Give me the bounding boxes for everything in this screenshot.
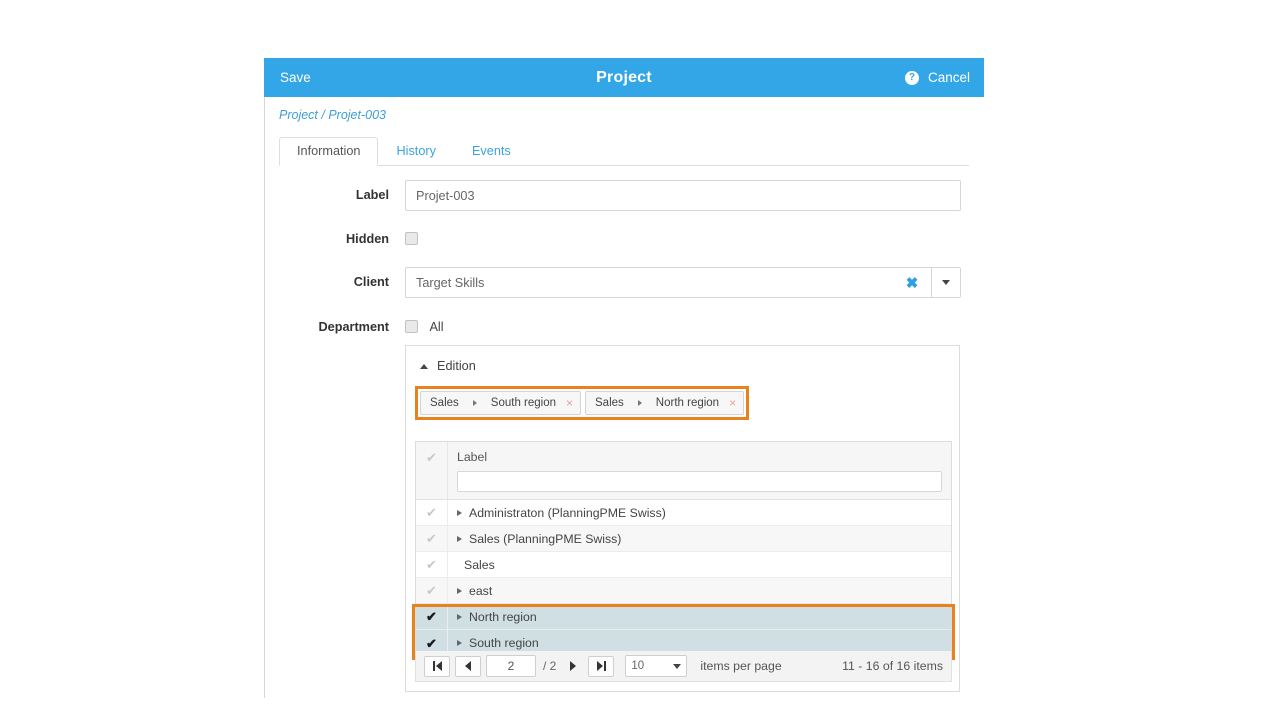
row-label-cell: Administraton (PlanningPME Swiss)	[448, 500, 951, 525]
expand-arrow-icon[interactable]	[457, 614, 462, 620]
information-form: Label Hidden Client ✖	[264, 166, 984, 336]
selected-departments-highlight: Sales South region × Sales North region …	[415, 386, 749, 420]
check-icon: ✔	[426, 610, 437, 623]
grid-header-label-cell: Label	[448, 442, 951, 499]
label-input[interactable]	[405, 180, 961, 211]
check-icon: ✔	[426, 584, 437, 597]
chip-parent-label: Sales	[430, 397, 459, 409]
chevron-down-icon	[942, 280, 950, 285]
grid-pager: / 2 10 items per page 11 - 16 of 16 item…	[415, 651, 952, 682]
expand-arrow-icon[interactable]	[457, 640, 462, 646]
client-combobox: ✖	[405, 267, 961, 298]
first-page-icon[interactable]	[424, 656, 450, 677]
expand-arrow-icon[interactable]	[457, 510, 462, 516]
hidden-checkbox[interactable]	[405, 232, 418, 245]
page-size-select[interactable]: 10	[625, 655, 687, 677]
edition-title: Edition	[437, 359, 476, 373]
table-row[interactable]: ✔ Administraton (PlanningPME Swiss)	[416, 500, 951, 526]
client-input[interactable]	[405, 267, 893, 298]
row-label-cell: east	[448, 578, 951, 603]
form-row-client: Client ✖	[264, 267, 984, 298]
department-grid: ✔ Label ✔ Administraton (PlanningPME Swi…	[415, 441, 952, 657]
chip-parent-label: Sales	[595, 397, 624, 409]
check-icon[interactable]: ✔	[426, 451, 437, 464]
page-title: Project	[264, 69, 984, 87]
page-number-input[interactable]	[486, 655, 536, 677]
tab-history[interactable]: History	[378, 137, 453, 166]
app-root: Save Project ? Cancel Project / Projet-0…	[0, 0, 1280, 720]
clear-x-icon[interactable]: ✖	[893, 267, 931, 298]
pager-range-label: 11 - 16 of 16 items	[842, 659, 943, 673]
expand-arrow-icon[interactable]	[457, 588, 462, 594]
row-check-cell[interactable]: ✔	[416, 526, 448, 551]
page-size-value: 10	[631, 660, 644, 672]
edition-panel: Edition Sales South region × Sales North…	[405, 345, 960, 692]
previous-page-icon[interactable]	[455, 656, 481, 677]
chevron-down-icon	[673, 664, 681, 669]
row-label: South region	[469, 636, 539, 650]
form-row-hidden: Hidden	[264, 230, 984, 248]
tab-events[interactable]: Events	[454, 137, 529, 166]
help-circle-icon[interactable]: ?	[905, 71, 919, 85]
grid-header: ✔ Label	[416, 442, 951, 500]
items-per-page-label: items per page	[700, 659, 781, 673]
row-check-cell[interactable]: ✔	[416, 604, 448, 629]
remove-x-icon[interactable]: ×	[566, 397, 573, 409]
cancel-button[interactable]: Cancel	[928, 70, 970, 85]
chevron-right-icon	[638, 400, 642, 406]
check-icon: ✔	[426, 558, 437, 571]
check-icon: ✔	[426, 532, 437, 545]
expand-arrow-icon[interactable]	[457, 536, 462, 542]
total-pages-label: / 2	[543, 659, 556, 673]
row-label-cell: Sales	[448, 552, 951, 577]
grid-header-check-cell: ✔	[416, 442, 448, 499]
next-page-icon[interactable]	[563, 656, 583, 677]
remove-x-icon[interactable]: ×	[729, 397, 736, 409]
client-dropdown-button[interactable]	[931, 267, 961, 298]
check-icon: ✔	[426, 637, 437, 650]
header-actions: ? Cancel	[905, 70, 970, 85]
hidden-field-label: Hidden	[264, 233, 405, 246]
last-page-icon[interactable]	[588, 656, 614, 677]
table-row[interactable]: ✔ east	[416, 578, 951, 604]
row-label: Administraton (PlanningPME Swiss)	[469, 506, 666, 520]
edition-header[interactable]: Edition	[406, 346, 959, 373]
chip-sales-south-region[interactable]: Sales South region ×	[420, 391, 581, 415]
chip-child-label: South region	[491, 397, 556, 409]
row-label: North region	[469, 610, 537, 624]
row-label: Sales (PlanningPME Swiss)	[469, 532, 621, 546]
department-all-checkbox[interactable]	[405, 320, 418, 333]
label-field-label: Label	[264, 189, 405, 202]
row-label-cell: Sales (PlanningPME Swiss)	[448, 526, 951, 551]
chip-sales-north-region[interactable]: Sales North region ×	[585, 391, 744, 415]
chip-child-label: North region	[656, 397, 719, 409]
row-label: Sales	[464, 558, 495, 572]
department-field-label: Department	[264, 321, 405, 334]
form-row-label: Label	[264, 180, 984, 211]
grid-filter-input[interactable]	[457, 471, 942, 492]
content-left-divider	[264, 58, 265, 698]
tab-bar: Information History Events	[279, 138, 969, 166]
table-row[interactable]: ✔ North region	[416, 604, 951, 630]
department-all-label: All	[429, 320, 443, 334]
client-field-label: Client	[264, 276, 405, 289]
grid-column-header-label: Label	[457, 450, 942, 464]
table-row[interactable]: ✔ Sales (PlanningPME Swiss)	[416, 526, 951, 552]
chevron-up-icon[interactable]	[420, 364, 428, 369]
dialog-header: Save Project ? Cancel	[264, 58, 984, 97]
form-row-department: Department All	[264, 318, 984, 336]
row-label-cell: North region	[448, 604, 951, 629]
row-label: east	[469, 584, 492, 598]
tab-information[interactable]: Information	[279, 137, 378, 166]
row-check-cell[interactable]: ✔	[416, 500, 448, 525]
row-check-cell[interactable]: ✔	[416, 552, 448, 577]
breadcrumb[interactable]: Project / Projet-003	[279, 108, 386, 122]
row-check-cell[interactable]: ✔	[416, 578, 448, 603]
check-icon: ✔	[426, 506, 437, 519]
table-row[interactable]: ✔ Sales	[416, 552, 951, 578]
chevron-right-icon	[473, 400, 477, 406]
